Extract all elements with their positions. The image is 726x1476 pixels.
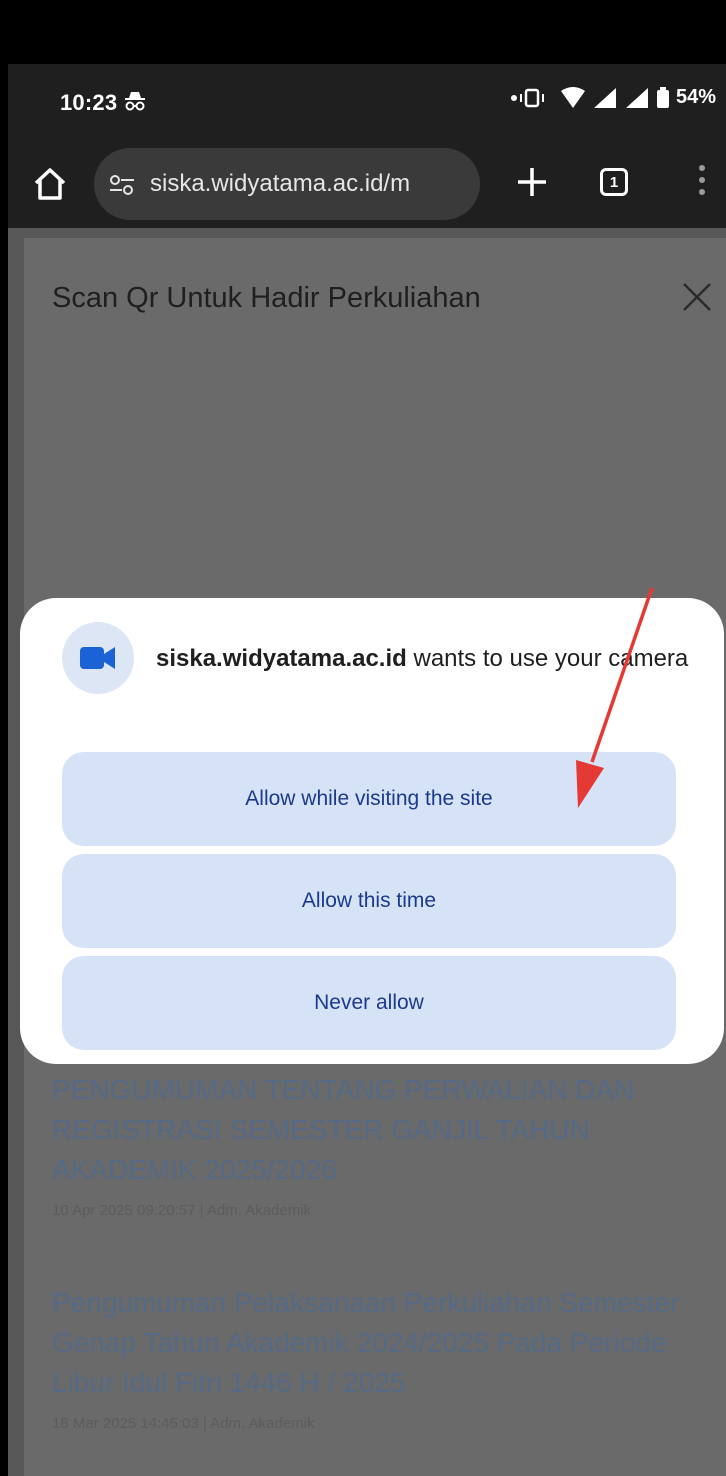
top-black-band	[8, 8, 726, 64]
browser-toolbar: siska.widyatama.ac.id/m 1	[8, 140, 726, 228]
announcement-title[interactable]: Pengumuman Pelaksanaan Perkuliahan Semes…	[52, 1283, 692, 1403]
announcement-title[interactable]: PENGUMUMAN TENTANG PERWALIAN DAN REGISTR…	[52, 1070, 692, 1190]
modal-title: Scan Qr Untuk Hadir Perkuliahan	[52, 282, 481, 314]
url-text[interactable]: siska.widyatama.ac.id/m	[150, 170, 470, 198]
site-settings-icon[interactable]	[108, 174, 136, 196]
allow-this-time-button[interactable]: Allow this time	[62, 854, 676, 948]
tab-count: 1	[609, 173, 619, 191]
wifi-icon	[560, 86, 585, 108]
more-menu-icon[interactable]	[696, 162, 708, 202]
permission-site: siska.widyatama.ac.id	[156, 645, 407, 672]
signal-2-icon	[625, 87, 648, 108]
signal-icon	[593, 87, 616, 108]
new-tab-icon[interactable]	[512, 162, 552, 202]
announcement-meta: 10 Apr 2025 09:20:57 | Adm. Akademik	[52, 1202, 312, 1219]
status-time: 10:23	[60, 90, 118, 115]
permission-message: wants to use your camera	[406, 645, 689, 672]
never-allow-button[interactable]: Never allow	[62, 956, 676, 1050]
address-bar[interactable]: siska.widyatama.ac.id/m	[94, 148, 480, 220]
incognito-icon	[125, 92, 145, 111]
close-icon[interactable]	[680, 280, 714, 314]
system-icons: 54%	[510, 86, 716, 109]
battery-percent: 54%	[675, 86, 716, 108]
battery-icon	[656, 86, 669, 108]
camera-permission-dialog: siska.widyatama.ac.id wants to use your …	[20, 598, 724, 1064]
announcement-item[interactable]: PENGUMUMAN TENTANG PERWALIAN DAN REGISTR…	[52, 1070, 692, 1219]
status-bar: 10:23 54%	[8, 64, 726, 140]
camera-icon-badge	[62, 622, 134, 694]
home-icon[interactable]	[30, 164, 70, 204]
announcement-item[interactable]: Pengumuman Pelaksanaan Perkuliahan Semes…	[52, 1283, 692, 1432]
tab-switcher-button[interactable]: 1	[600, 168, 628, 196]
announcement-meta: 18 Mar 2025 14:45:03 | Adm. Akademik	[52, 1415, 315, 1432]
permission-prompt: siska.widyatama.ac.id wants to use your …	[156, 642, 696, 676]
allow-while-visiting-button[interactable]: Allow while visiting the site	[62, 752, 676, 846]
vibrate-icon	[510, 88, 544, 107]
announcement-list: PENGUMUMAN TENTANG PERWALIAN DAN REGISTR…	[52, 1070, 692, 1476]
camera-icon	[80, 647, 115, 669]
